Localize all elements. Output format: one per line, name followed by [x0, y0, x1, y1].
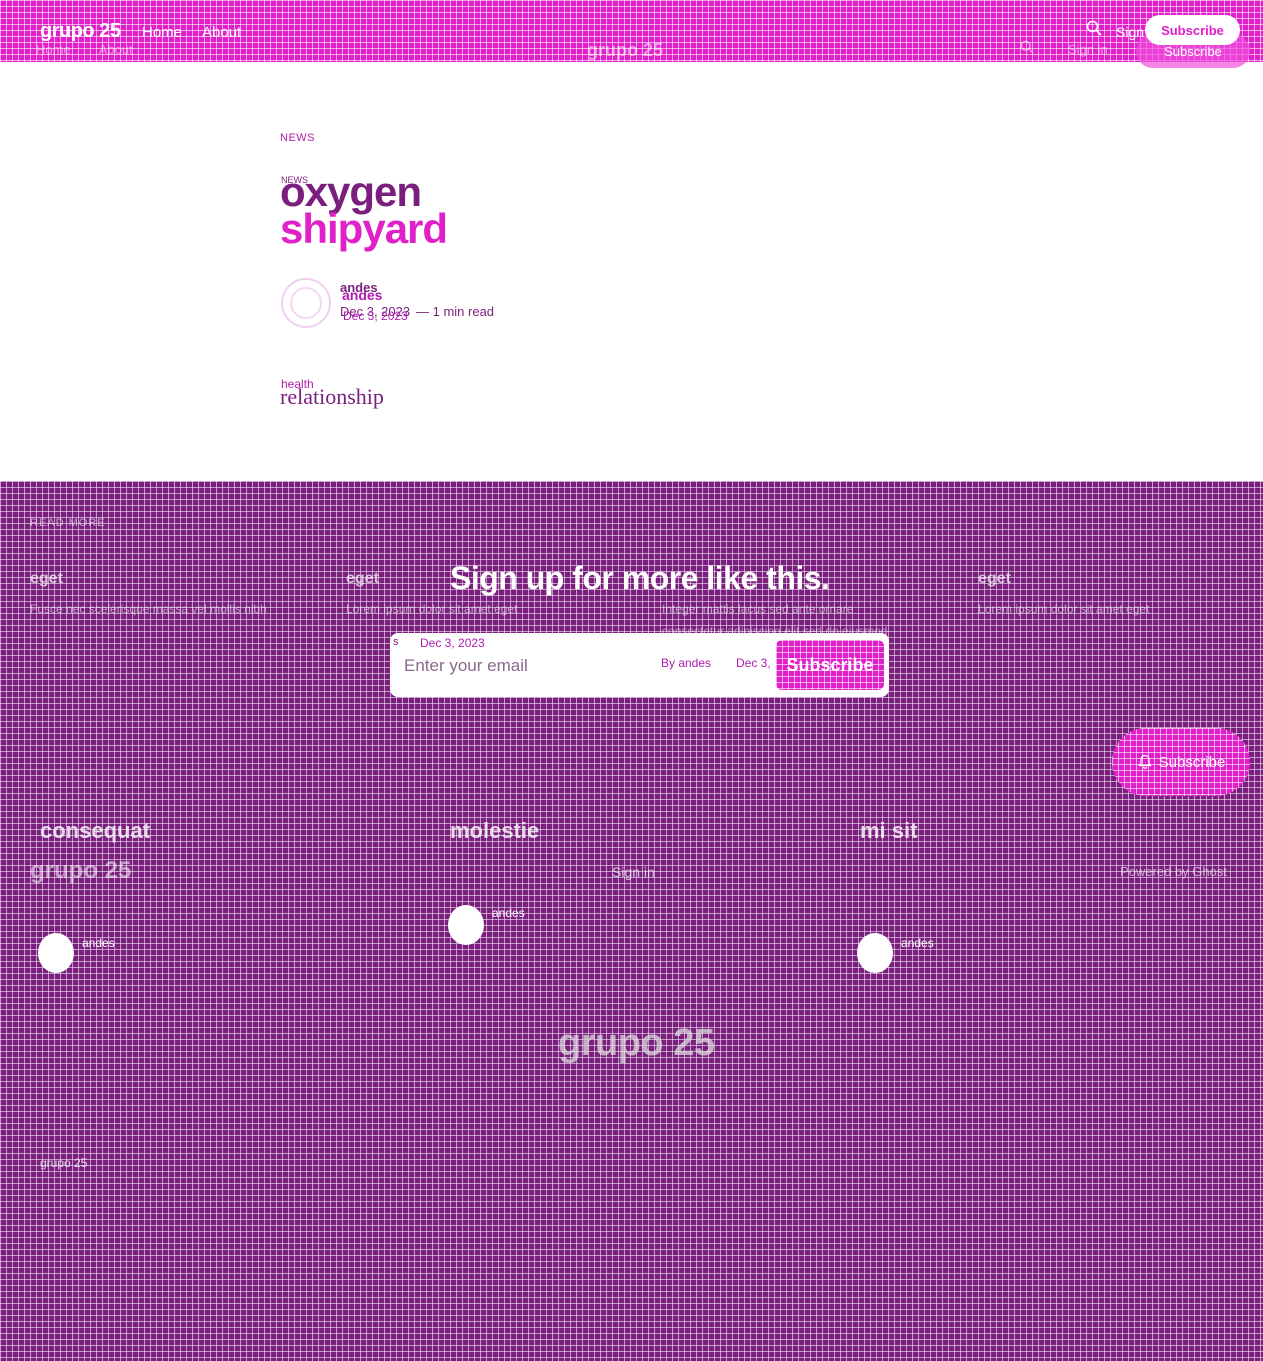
card-ghost-title: eget [346, 570, 379, 587]
nav-about[interactable]: About [202, 24, 241, 41]
nav-ghost: Home About [36, 42, 133, 57]
signup-ghost-date-2: Dec 3, [736, 656, 771, 670]
site-logo-ghost: grupo 25 [587, 40, 664, 60]
site-header: grupo 25 grupo 25 Home About Home About … [0, 0, 1263, 68]
post-author-name[interactable]: andes [492, 906, 525, 920]
card-ghost-title: eget [978, 570, 1011, 587]
post-author-name[interactable]: andes [901, 936, 934, 950]
footer-signin-link[interactable]: Sign in [612, 864, 655, 880]
signup-ghost-byline: By andes [661, 656, 712, 670]
site-logo[interactable]: grupo 25 [40, 20, 121, 43]
main-nav: Home About [142, 24, 241, 41]
article-tag[interactable]: NEWS [280, 132, 315, 144]
read-more-label: READ MORE [30, 517, 106, 529]
article-date-ghost: Dec 3, 2023 [343, 309, 408, 323]
article-title-line2: shipyard [280, 205, 448, 252]
footer-copyright: grupo 25 [40, 1156, 88, 1170]
signup-ghost-date: Dec 3, 2023 [420, 636, 485, 650]
nav-ghost-home: Home [36, 42, 71, 57]
post-title[interactable]: consequat [40, 818, 150, 844]
post-title[interactable]: molestie [450, 818, 539, 844]
post-author-avatar [448, 905, 484, 945]
article-tag-ghost: NEWS [281, 175, 308, 185]
post-title[interactable]: mi sit [860, 818, 917, 844]
article-read-time: — 1 min read [416, 304, 495, 319]
signin-link-ghost: Sign in [1068, 42, 1108, 57]
bell-icon [1137, 754, 1152, 769]
subscribe-button[interactable]: Subscribe [1145, 15, 1240, 45]
signup-subscribe-button[interactable]: Subscribe [776, 640, 884, 690]
signup-subtext: Integer mattis lacus sed ante ornare [662, 602, 854, 616]
post-author-name[interactable]: andes [82, 936, 115, 950]
nav-home[interactable]: Home [142, 24, 182, 41]
footer-post-logo[interactable]: grupo 25 [30, 857, 131, 885]
email-field[interactable] [404, 653, 634, 679]
search-icon-ghost [1020, 40, 1034, 54]
signup-ghost-a: s [393, 636, 399, 648]
article-body: relationship [280, 384, 384, 409]
footer-logo[interactable]: grupo 25 [558, 1022, 715, 1065]
nav-ghost-about: About [98, 42, 133, 57]
card-ghost-text: Lorem ipsum dolor sit amet eget [978, 602, 1150, 616]
floating-subscribe-button[interactable]: Subscribe [1112, 728, 1250, 796]
card-ghost-text: Fusce nec scelerisque massa vel mollis n… [30, 602, 267, 616]
post-author-avatar [38, 933, 74, 973]
card-ghost-title: eget [30, 570, 63, 587]
card-ghost-text: Lorem ipsum dolor sit amet eget [346, 602, 518, 616]
powered-by-ghost[interactable]: Powered by Ghost [1120, 864, 1227, 879]
search-icon[interactable] [1086, 20, 1102, 36]
floating-subscribe-label: Subscribe [1158, 753, 1226, 771]
author-avatar-inner [290, 287, 322, 319]
signup-heading: Sign up for more like this. [450, 560, 830, 596]
author-name-ghost: andes [342, 287, 383, 303]
post-author-avatar [857, 933, 893, 973]
